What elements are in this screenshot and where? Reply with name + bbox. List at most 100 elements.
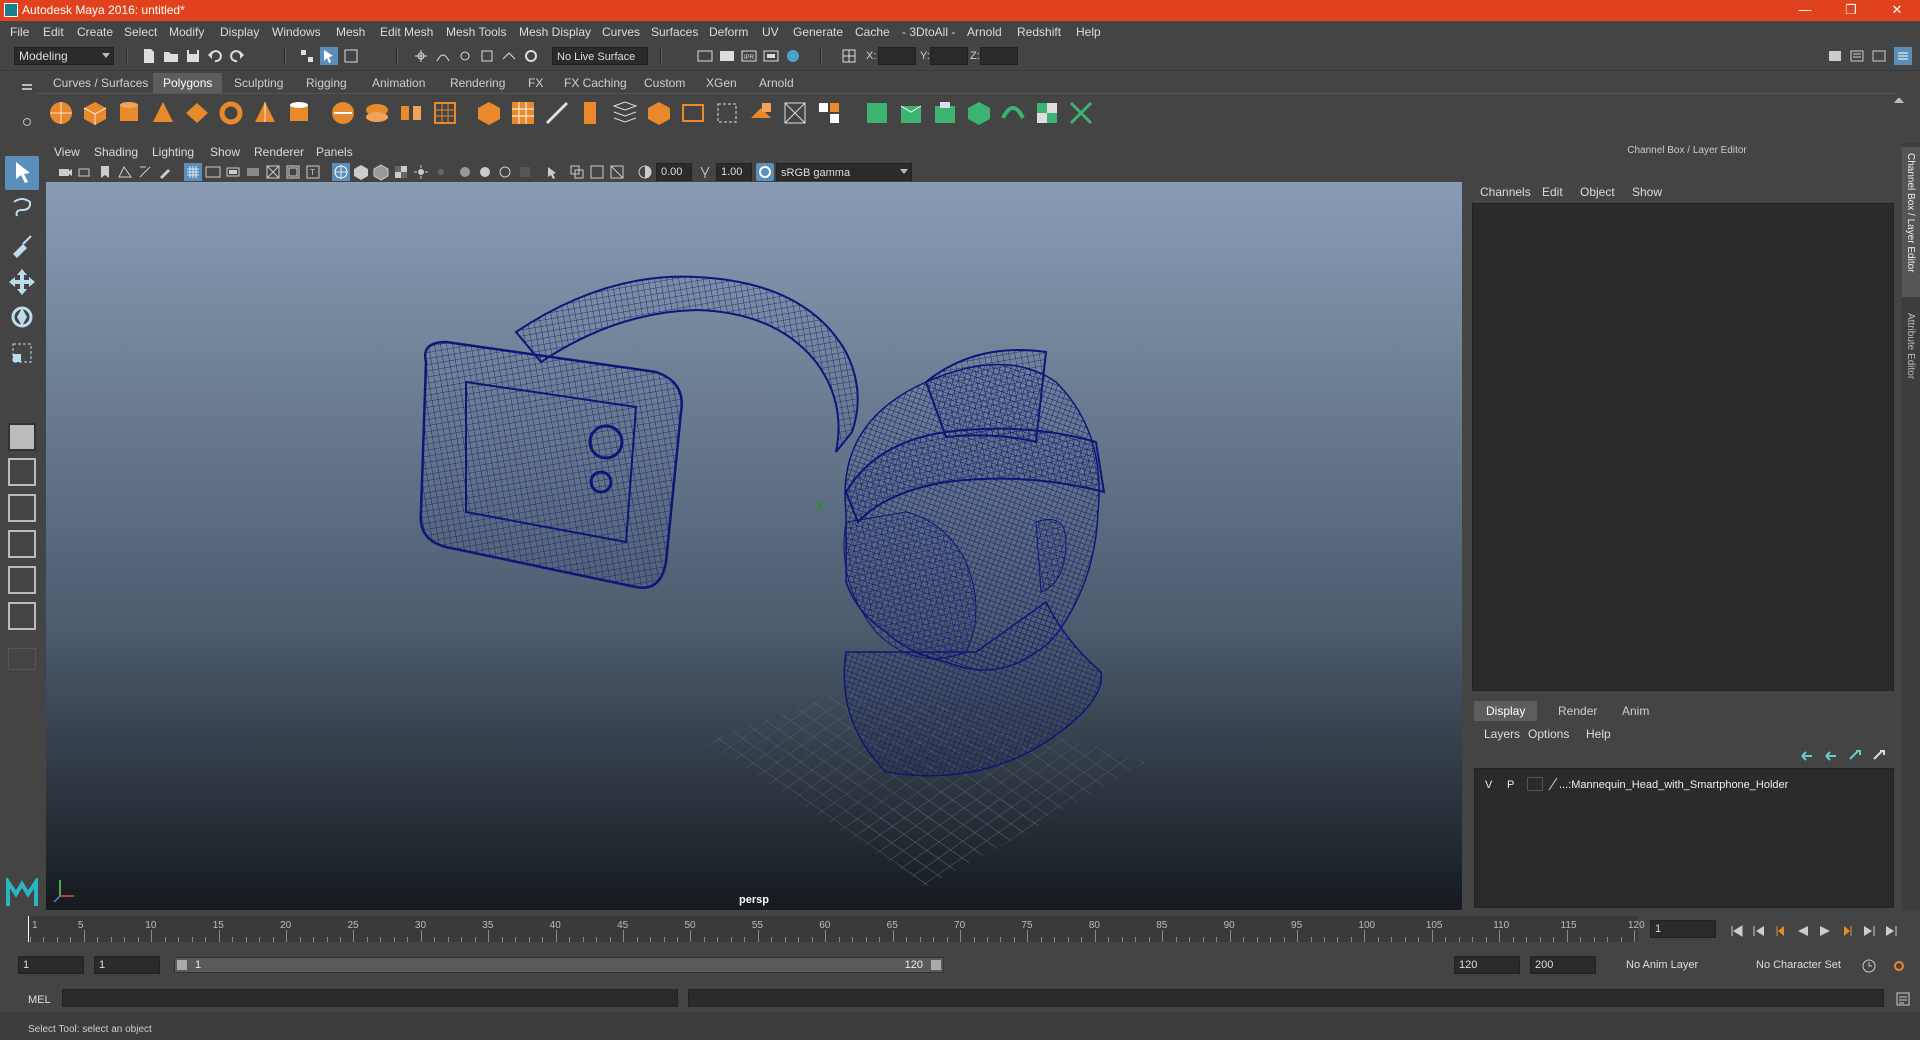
shelf-scroll[interactable] <box>1894 98 1904 134</box>
menu-mesh-display[interactable]: Mesh Display <box>519 25 591 39</box>
tool-settings-toggle-icon[interactable] <box>1870 47 1888 65</box>
shelf-tab-animation[interactable]: Animation <box>362 73 435 93</box>
shadows-icon[interactable] <box>432 163 450 181</box>
step-forward-key-icon[interactable] <box>1862 924 1876 938</box>
poly-pyramid-icon[interactable] <box>250 98 280 128</box>
live-surface-field[interactable]: No Live Surface <box>552 47 648 65</box>
viewport-menu-shading[interactable]: Shading <box>94 145 138 159</box>
safe-action-icon[interactable] <box>284 163 302 181</box>
select-tool-icon[interactable] <box>5 156 39 190</box>
minimize-button[interactable]: — <box>1782 0 1828 21</box>
current-time-marker[interactable] <box>28 916 29 942</box>
layer-tab-render[interactable]: Render <box>1546 701 1609 721</box>
shelf-tab-rendering[interactable]: Rendering <box>440 73 515 93</box>
select-by-object-icon[interactable] <box>320 47 338 65</box>
close-button[interactable]: ✕ <box>1874 0 1920 21</box>
xray-components-icon[interactable] <box>608 163 626 181</box>
toolbox-collapse-icon[interactable] <box>8 648 36 670</box>
layer-menu-help[interactable]: Help <box>1586 727 1611 741</box>
cb-menu-object[interactable]: Object <box>1580 185 1615 199</box>
green-shelf-tool-4-icon[interactable] <box>964 98 994 128</box>
cb-menu-show[interactable]: Show <box>1632 185 1662 199</box>
move-layer-up-icon[interactable] <box>1798 747 1816 765</box>
shelf-tab-polygons[interactable]: Polygons <box>153 73 223 93</box>
live-surface-icon[interactable] <box>522 47 540 65</box>
shelf-tab-custom[interactable]: Custom <box>634 73 695 93</box>
menu-generate[interactable]: Generate <box>793 25 843 39</box>
side-tab-channel-box[interactable]: Channel Box / Layer Editor <box>1905 153 1916 273</box>
poly-torus-icon[interactable] <box>216 98 246 128</box>
menu-cache[interactable]: Cache <box>855 25 890 39</box>
new-scene-icon[interactable] <box>140 47 158 65</box>
current-frame-field[interactable]: 1 <box>1650 920 1716 938</box>
shelf-settings-icon[interactable] <box>23 118 31 126</box>
uv-snapshot-icon[interactable] <box>780 98 810 128</box>
animation-start-field[interactable]: 1 <box>18 956 84 974</box>
layer-menu-layers[interactable]: Layers <box>1484 727 1520 741</box>
poly-plane-icon[interactable] <box>182 98 212 128</box>
render-frame-icon[interactable] <box>718 47 736 65</box>
combine-icon[interactable] <box>328 98 358 128</box>
go-to-end-icon[interactable] <box>1884 924 1898 938</box>
shelf-tab-curves-surfaces[interactable]: Curves / Surfaces <box>43 73 158 93</box>
cb-menu-channels[interactable]: Channels <box>1480 185 1531 199</box>
depth-of-field-icon[interactable] <box>516 163 534 181</box>
select-by-hierarchy-icon[interactable] <box>298 47 316 65</box>
scale-tool-icon[interactable] <box>5 336 39 370</box>
grid-toggle-icon[interactable] <box>184 163 202 181</box>
open-scene-icon[interactable] <box>162 47 180 65</box>
checker-tool-icon[interactable] <box>1032 98 1062 128</box>
field-chart-icon[interactable] <box>264 163 282 181</box>
fill-hole-icon[interactable] <box>644 98 674 128</box>
view-transform-dropdown[interactable]: sRGB gamma <box>776 163 912 181</box>
menu-modify[interactable]: Modify <box>169 25 204 39</box>
ipr-render-icon[interactable]: IPR <box>740 47 758 65</box>
camera-attributes-icon[interactable] <box>76 163 94 181</box>
hypershade-icon[interactable] <box>784 47 802 65</box>
transform-input-icon[interactable] <box>840 47 858 65</box>
resolution-gate-icon[interactable] <box>224 163 242 181</box>
motion-blur-icon[interactable] <box>476 163 494 181</box>
film-gate-icon[interactable] <box>204 163 222 181</box>
smooth-shade-icon[interactable] <box>352 163 370 181</box>
menu-surfaces[interactable]: Surfaces <box>651 25 698 39</box>
exposure-icon[interactable] <box>636 163 654 181</box>
green-shelf-tool-1-icon[interactable] <box>862 98 892 128</box>
menu-edit[interactable]: Edit <box>43 25 64 39</box>
rotate-tool-icon[interactable] <box>5 300 39 334</box>
uv-editor-icon[interactable] <box>746 98 776 128</box>
range-start-handle[interactable] <box>177 960 187 970</box>
green-shelf-tool-2-icon[interactable] <box>896 98 926 128</box>
z-field[interactable] <box>980 47 1018 65</box>
paint-select-tool-icon[interactable] <box>5 228 39 262</box>
wireframe-on-shaded-icon[interactable] <box>372 163 390 181</box>
layer-row[interactable]: V P ...:Mannequin_Head_with_Smartphone_H… <box>1479 777 1889 795</box>
go-to-start-icon[interactable] <box>1730 924 1744 938</box>
joint-tool-icon[interactable] <box>1066 98 1096 128</box>
time-ruler[interactable]: 1 5 10 15 20 25 30 35 40 45 50 55 60 65 70 75 80 85 90 95 10… <box>28 916 1645 942</box>
playback-end-field[interactable]: 120 <box>1454 956 1520 974</box>
image-plane-icon[interactable] <box>116 163 134 181</box>
four-view-layout-icon[interactable] <box>8 458 36 486</box>
layer-playback-toggle[interactable]: P <box>1507 779 1514 791</box>
persp-graph-layout-icon[interactable] <box>8 530 36 558</box>
shelf-tab-xgen[interactable]: XGen <box>696 73 747 93</box>
animation-preferences-icon[interactable] <box>1890 957 1908 975</box>
render-view-icon[interactable] <box>762 47 780 65</box>
attribute-editor-toggle-icon[interactable] <box>1848 47 1866 65</box>
animation-end-field[interactable]: 200 <box>1530 956 1596 974</box>
shelf-menu-icon[interactable] <box>22 84 32 86</box>
step-forward-frame-icon[interactable] <box>1840 924 1854 938</box>
command-input[interactable] <box>62 989 678 1007</box>
play-forwards-icon[interactable] <box>1818 924 1832 938</box>
menu-arnold[interactable]: Arnold <box>967 25 1002 39</box>
wireframe-shading-icon[interactable] <box>332 163 350 181</box>
new-empty-layer-icon[interactable] <box>1846 747 1864 765</box>
range-end-handle[interactable] <box>931 960 941 970</box>
target-weld-icon[interactable] <box>576 98 606 128</box>
layer-visibility-toggle[interactable]: V <box>1485 779 1492 791</box>
green-shelf-tool-3-icon[interactable] <box>930 98 960 128</box>
perspective-viewport[interactable]: persp <box>46 182 1462 910</box>
snap-surface-icon[interactable] <box>500 47 518 65</box>
isolate-select-icon[interactable] <box>544 163 562 181</box>
